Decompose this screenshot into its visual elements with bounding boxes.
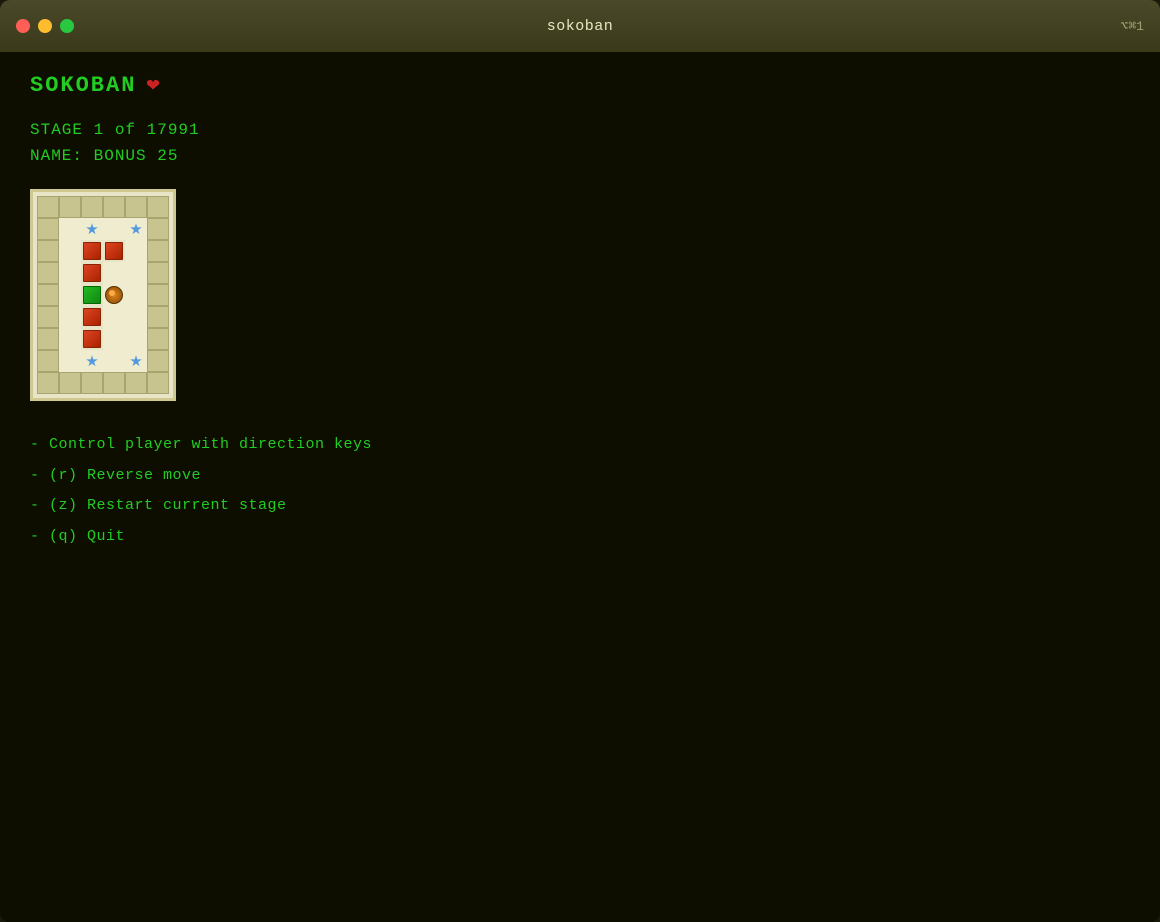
cell-floor [103, 218, 125, 240]
board-row [37, 262, 169, 284]
goal-marker [86, 223, 98, 235]
box-item [83, 308, 101, 326]
board-row [37, 306, 169, 328]
player-character [105, 286, 123, 304]
minimize-button[interactable] [38, 19, 52, 33]
stage-number: STAGE 1 of 17991 [30, 118, 1130, 144]
stage-name: NAME: BONUS 25 [30, 144, 1130, 170]
board-row [37, 196, 169, 218]
cell-wall [37, 218, 59, 240]
cell-wall [147, 328, 169, 350]
cell-wall [59, 372, 81, 394]
cell-wall [147, 196, 169, 218]
cell-wall [37, 284, 59, 306]
cell-floor [103, 350, 125, 372]
cell-floor [59, 262, 81, 284]
cell-wall [37, 328, 59, 350]
cell-floor [125, 284, 147, 306]
cell-box [81, 262, 103, 284]
cell-floor [125, 306, 147, 328]
window-title: sokoban [547, 18, 614, 35]
cell-wall [37, 240, 59, 262]
box-item [105, 242, 123, 260]
cell-wall [103, 196, 125, 218]
cell-wall [37, 262, 59, 284]
box-item [83, 242, 101, 260]
box-on-goal-item [83, 286, 101, 304]
cell-wall [147, 262, 169, 284]
cell-goal [81, 218, 103, 240]
cell-goal [125, 350, 147, 372]
board-row [37, 218, 169, 240]
cell-wall [147, 284, 169, 306]
cell-floor [125, 328, 147, 350]
cell-box-on-goal [81, 284, 103, 306]
cell-floor [103, 262, 125, 284]
app-title-text: SOKOBAN [30, 73, 136, 98]
board-row [37, 350, 169, 372]
cell-wall [81, 196, 103, 218]
goal-marker [130, 223, 142, 235]
board-row [37, 372, 169, 394]
cell-floor [59, 306, 81, 328]
cell-wall [37, 350, 59, 372]
main-content: SOKOBAN ❤ STAGE 1 of 17991 NAME: BONUS 2… [0, 52, 1160, 922]
cell-wall [59, 196, 81, 218]
maximize-button[interactable] [60, 19, 74, 33]
window-shortcut: ⌥⌘1 [1121, 19, 1144, 34]
cell-wall [125, 372, 147, 394]
cell-floor [103, 306, 125, 328]
instruction-2: - (r) Reverse move [30, 462, 1130, 491]
cell-floor [125, 240, 147, 262]
box-item [83, 330, 101, 348]
cell-wall [81, 372, 103, 394]
cell-floor [59, 218, 81, 240]
app-window: sokoban ⌥⌘1 SOKOBAN ❤ STAGE 1 of 17991 N… [0, 0, 1160, 922]
cell-wall [37, 306, 59, 328]
cell-floor [125, 262, 147, 284]
cell-wall [147, 306, 169, 328]
cell-wall [37, 196, 59, 218]
cell-wall [37, 372, 59, 394]
box-item [83, 264, 101, 282]
instruction-1: - Control player with direction keys [30, 431, 1130, 460]
board-row [37, 240, 169, 262]
cell-wall [103, 372, 125, 394]
cell-wall [147, 218, 169, 240]
cell-floor [59, 240, 81, 262]
cell-wall [147, 372, 169, 394]
game-board [30, 189, 176, 401]
cell-wall [147, 350, 169, 372]
cell-box [81, 328, 103, 350]
cell-floor [59, 350, 81, 372]
cell-box [81, 306, 103, 328]
goal-marker [86, 355, 98, 367]
app-title: SOKOBAN ❤ [30, 72, 1130, 98]
stage-info: STAGE 1 of 17991 NAME: BONUS 25 [30, 118, 1130, 169]
instructions-panel: - Control player with direction keys - (… [30, 431, 1130, 551]
close-button[interactable] [16, 19, 30, 33]
instruction-3: - (z) Restart current stage [30, 492, 1130, 521]
board-row [37, 284, 169, 306]
cell-floor [59, 328, 81, 350]
titlebar: sokoban ⌥⌘1 [0, 0, 1160, 52]
heart-icon: ❤ [146, 72, 161, 98]
cell-box [103, 240, 125, 262]
game-board-container [30, 189, 1130, 401]
cell-player [103, 284, 125, 306]
instruction-4: - (q) Quit [30, 523, 1130, 552]
cell-floor [59, 284, 81, 306]
goal-marker [130, 355, 142, 367]
cell-box [81, 240, 103, 262]
cell-wall [125, 196, 147, 218]
cell-goal [125, 218, 147, 240]
board-row [37, 328, 169, 350]
cell-goal [81, 350, 103, 372]
cell-wall [147, 240, 169, 262]
cell-floor [103, 328, 125, 350]
traffic-lights [16, 19, 74, 33]
